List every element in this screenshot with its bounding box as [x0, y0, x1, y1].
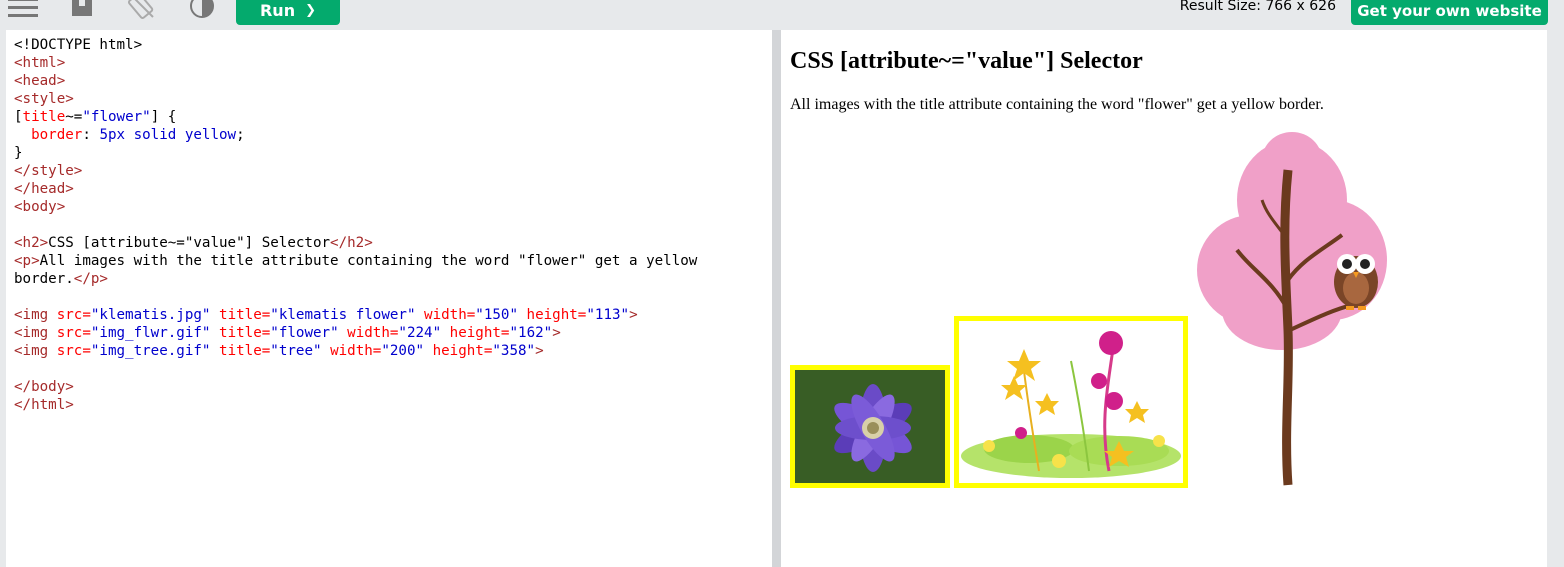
code-token: "klematis.jpg"	[90, 307, 211, 323]
code-token: "162"	[509, 325, 553, 341]
code-token: width=	[338, 325, 399, 341]
code-token: </html>	[14, 397, 74, 413]
result-pane: CSS [attribute~="value"] Selector All im…	[781, 30, 1547, 567]
scrollbar-track[interactable]	[1547, 30, 1564, 567]
code-token: </style>	[14, 163, 83, 179]
klematis-flower-image	[790, 365, 950, 488]
code-line: <html>	[14, 54, 772, 72]
code-token: "img_flwr.gif"	[90, 325, 211, 341]
code-token: border	[14, 127, 83, 143]
code-token: "klematis flower"	[270, 307, 416, 323]
code-token: "200"	[381, 343, 425, 359]
code-token: title=	[210, 325, 271, 341]
code-line: </style>	[14, 162, 772, 180]
code-token: >	[535, 343, 544, 359]
code-token: "flower"	[82, 109, 151, 125]
run-label: Run	[259, 1, 296, 20]
code-token: <p>	[14, 253, 40, 269]
code-token: <html>	[14, 55, 66, 71]
code-line: <!DOCTYPE html>	[14, 36, 772, 54]
code-token: height=	[424, 343, 493, 359]
code-token: <h2>	[14, 235, 49, 251]
code-token: "flower"	[270, 325, 339, 341]
code-line: <style>	[14, 90, 772, 108]
code-token: src=	[56, 343, 91, 359]
code-token: "150"	[475, 307, 519, 323]
rotate-icon[interactable]	[127, 0, 156, 25]
code-token: >	[629, 307, 638, 323]
code-line: </body>	[14, 378, 772, 396]
code-line: <img src="img_flwr.gif" title="flower" w…	[14, 324, 772, 342]
code-token: title	[22, 109, 66, 125]
code-token: </head>	[14, 181, 74, 197]
code-token: title=	[210, 307, 271, 323]
code-line: </html>	[14, 396, 772, 414]
code-token: All images with the title attribute cont…	[39, 253, 698, 269]
tree-gif-image	[1192, 130, 1392, 488]
result-size-label: Result Size: 766 x 626	[1179, 0, 1336, 14]
flower-gif-image	[954, 316, 1188, 488]
chevron-right-icon: ❯	[305, 3, 316, 18]
code-token: <head>	[14, 73, 66, 89]
code-token: width=	[415, 307, 476, 323]
code-line: }	[14, 144, 772, 162]
code-token: ] {	[150, 109, 177, 125]
code-token: CSS [attribute~="value"] Selector	[48, 235, 331, 251]
code-token: <img	[14, 343, 57, 359]
code-token: >	[552, 325, 561, 341]
contrast-icon[interactable]	[190, 0, 214, 23]
code-token: 5px solid yellow	[99, 127, 237, 143]
code-line: border: 5px solid yellow;	[14, 126, 772, 144]
get-your-own-website-button[interactable]: Get your own website	[1351, 0, 1548, 25]
code-line: border.</p>	[14, 270, 772, 288]
code-token: width=	[321, 343, 382, 359]
code-token: <body>	[14, 199, 66, 215]
code-token: "tree"	[270, 343, 322, 359]
code-token: }	[14, 145, 23, 161]
code-line: </head>	[14, 180, 772, 198]
result-heading: CSS [attribute~="value"] Selector	[790, 48, 1143, 74]
code-line: [title~="flower"] {	[14, 108, 772, 126]
toolbar: Run ❯ Result Size: 766 x 626 Get your ow…	[0, 0, 1564, 28]
code-token: <style>	[14, 91, 74, 107]
code-token: <img	[14, 307, 57, 323]
code-token: </p>	[73, 271, 108, 287]
code-line: <body>	[14, 198, 772, 216]
code-token: ;	[236, 127, 245, 143]
run-button[interactable]: Run ❯	[236, 0, 340, 25]
code-line: <p>All images with the title attribute c…	[14, 252, 772, 270]
save-icon[interactable]	[70, 0, 94, 23]
result-paragraph: All images with the title attribute cont…	[790, 96, 1324, 113]
code-token: border.	[14, 271, 74, 287]
code-token: height=	[518, 307, 587, 323]
code-token: :	[82, 127, 100, 143]
code-editor[interactable]: <!DOCTYPE html> <html> <head> <style> [title…	[6, 30, 772, 567]
code-line: <img src="klematis.jpg" title="klematis …	[14, 306, 772, 324]
code-line: <head>	[14, 72, 772, 90]
code-token: "224"	[398, 325, 442, 341]
code-token: </h2>	[330, 235, 373, 251]
menu-icon[interactable]	[8, 0, 38, 23]
code-token: ~=	[65, 109, 83, 125]
code-token: [	[14, 109, 23, 125]
code-token: "img_tree.gif"	[90, 343, 211, 359]
code-token: title=	[210, 343, 271, 359]
code-token: src=	[56, 325, 91, 341]
code-token: </body>	[14, 379, 74, 395]
code-token: "358"	[492, 343, 536, 359]
code-line: <h2>CSS [attribute~="value"] Selector</h…	[14, 234, 772, 252]
code-text[interactable]: <!DOCTYPE html> <html> <head> <style> [title…	[6, 30, 772, 414]
code-token: "113"	[586, 307, 630, 323]
code-token: height=	[441, 325, 510, 341]
pane-splitter[interactable]	[772, 30, 781, 567]
code-token: <img	[14, 325, 57, 341]
code-token: <!DOCTYPE html>	[14, 37, 143, 53]
code-line: <img src="img_tree.gif" title="tree" wid…	[14, 342, 772, 360]
code-token: src=	[56, 307, 91, 323]
